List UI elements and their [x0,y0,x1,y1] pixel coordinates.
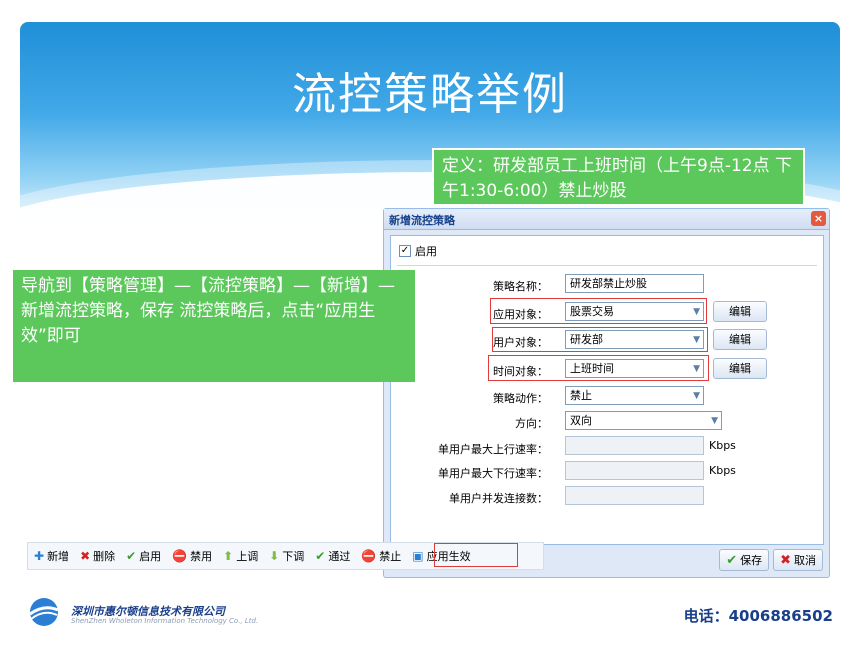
navigation-callout: 导航到【策略管理】—【流控策略】—【新增】—新增流控策略，保存 流控策略后，点击… [13,270,415,382]
toolbar-move-up-label: 上调 [236,550,259,563]
arrow-up-icon: ⬆ [223,549,234,563]
definition-callout: 定义：研发部员工上班时间（上午9点-12点 下午1:30-6:00）禁止炒股 [432,148,805,206]
app-object-edit-button[interactable]: 编辑 [713,301,767,322]
max-up-rate-unit: Kbps [709,439,736,452]
toolbar-delete-button[interactable]: ✖ 删除 [80,548,115,564]
direction-select[interactable]: 双向 ▼ [565,411,722,430]
toolbar-move-up-button[interactable]: ⬆ 上调 [223,548,258,564]
toolbar-delete-label: 删除 [93,550,116,563]
form-divider [397,265,817,266]
toolbar-pass-label: 通过 [328,550,351,563]
time-object-edit-button[interactable]: 编辑 [713,358,767,379]
max-down-rate-input[interactable] [565,461,704,480]
app-object-highlight [490,298,707,324]
toolbar-disable-button[interactable]: ⛔ 禁用 [172,548,212,564]
time-object-highlight [488,355,709,381]
dialog-footer-buttons: ✔ 保存 ✖ 取消 [719,549,823,571]
plus-icon: ✚ [34,549,45,563]
slide-title: 流控策略举例 [292,69,568,120]
save-button-label: 保存 [740,554,763,567]
chevron-down-icon: ▼ [693,391,700,401]
direction-label: 方向： [515,417,548,430]
cancel-button[interactable]: ✖ 取消 [773,549,823,571]
check-icon: ✔ [726,552,738,568]
toolbar-add-button[interactable]: ✚ 新增 [34,548,69,564]
toolbar-deny-label: 禁止 [379,550,402,563]
cancel-button-label: 取消 [794,554,816,567]
enable-label: 启用 [415,245,437,258]
check-icon: ✔ [126,549,137,563]
policy-action-select[interactable]: 禁止 ▼ [565,386,704,405]
toolbar-enable-label: 启用 [139,550,162,563]
check-icon: ✔ [315,549,326,563]
dialog-title: 新增流控策略 [389,214,455,227]
toolbar-add-label: 新增 [47,550,70,563]
max-connections-input[interactable] [565,486,704,505]
toolbar-enable-button[interactable]: ✔ 启用 [126,548,161,564]
chevron-down-icon: ▼ [711,416,718,426]
max-up-rate-input[interactable] [565,436,704,455]
arrow-down-icon: ⬇ [269,549,280,563]
close-icon: ✖ [780,552,791,568]
toolbar-disable-label: 禁用 [190,550,213,563]
close-icon[interactable]: × [811,211,826,226]
apply-button-highlight [434,543,518,567]
policy-action-label: 策略动作： [493,392,548,405]
company-logo-icon [29,598,59,626]
slide: 流控策略举例 定义：研发部员工上班时间（上午9点-12点 下午1:30-6:00… [0,0,861,648]
ban-icon: ⛔ [172,549,188,563]
policy-name-input[interactable]: 研发部禁止炒股 [565,274,704,293]
enable-checkbox-row[interactable]: ✓ 启用 [399,243,437,259]
dialog-form: ✓ 启用 策略名称： 研发部禁止炒股 应用对象： 股票交易 ▼ 编辑 用户对象：… [390,235,824,545]
max-down-rate-unit: Kbps [709,464,736,477]
toolbar-pass-button[interactable]: ✔ 通过 [315,548,350,564]
delete-x-icon: ✖ [80,549,91,563]
ban-icon: ⛔ [361,549,377,563]
policy-action-value: 禁止 [570,389,592,402]
user-object-edit-button[interactable]: 编辑 [713,329,767,350]
toolbar-move-down-button[interactable]: ⬇ 下调 [269,548,304,564]
new-policy-dialog: 新增流控策略 × ✓ 启用 策略名称： 研发部禁止炒股 应用对象： 股票交易 ▼… [383,208,830,578]
max-up-rate-label: 单用户最大上行速率： [438,443,548,456]
enable-checkbox[interactable]: ✓ [399,245,411,257]
company-name-en: ShenZhen Wholeton Information Technology… [71,617,259,625]
max-down-rate-label: 单用户最大下行速率： [438,467,548,480]
phone-number: 电话：4006886502 [683,607,833,625]
toolbar-move-down-label: 下调 [282,550,305,563]
direction-value: 双向 [570,414,592,427]
dialog-titlebar: 新增流控策略 × [384,209,829,230]
user-object-highlight [492,327,708,352]
max-connections-label: 单用户并发连接数： [449,492,548,505]
toolbar-deny-button[interactable]: ⛔ 禁止 [361,548,401,564]
save-button[interactable]: ✔ 保存 [719,549,770,571]
apply-icon: ▣ [412,549,424,563]
